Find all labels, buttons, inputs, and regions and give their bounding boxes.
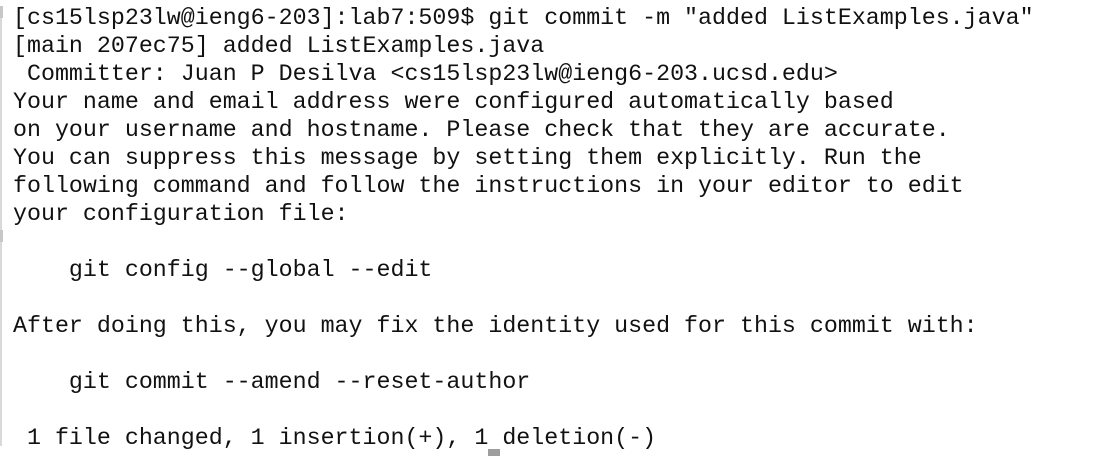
terminal-line-commit-summary: [main 207ec75] added ListExamples.java [13, 33, 545, 59]
terminal-line-stats: 1 file changed, 1 insertion(+), 1 deleti… [13, 425, 657, 451]
terminal-line-message: on your username and hostname. Please ch… [13, 117, 950, 143]
terminal-line-message: After doing this, you may fix the identi… [13, 313, 978, 339]
prompt-mark [0, 230, 3, 242]
terminal-line-message: your configuration file: [13, 201, 349, 227]
terminal-line-committer: Committer: Juan P Desilva <cs15lsp23lw@i… [13, 61, 838, 87]
left-bracket-marker [0, 6, 2, 446]
cursor-block [488, 449, 500, 456]
terminal-cursor [488, 449, 500, 456]
terminal-window[interactable]: [cs15lsp23lw@ieng6-203]:lab7:509$ git co… [0, 0, 1118, 456]
terminal-line-message: Your name and email address were configu… [13, 89, 894, 115]
terminal-line-message: You can suppress this message by setting… [13, 145, 922, 171]
terminal-line-command: [cs15lsp23lw@ieng6-203]:lab7:509$ git co… [13, 5, 1034, 31]
prompt-mark [0, 6, 3, 18]
terminal-line-config-command: git config --global --edit [13, 257, 433, 283]
terminal-line-amend-command: git commit --amend --reset-author [13, 369, 531, 395]
terminal-line-message: following command and follow the instruc… [13, 173, 964, 199]
